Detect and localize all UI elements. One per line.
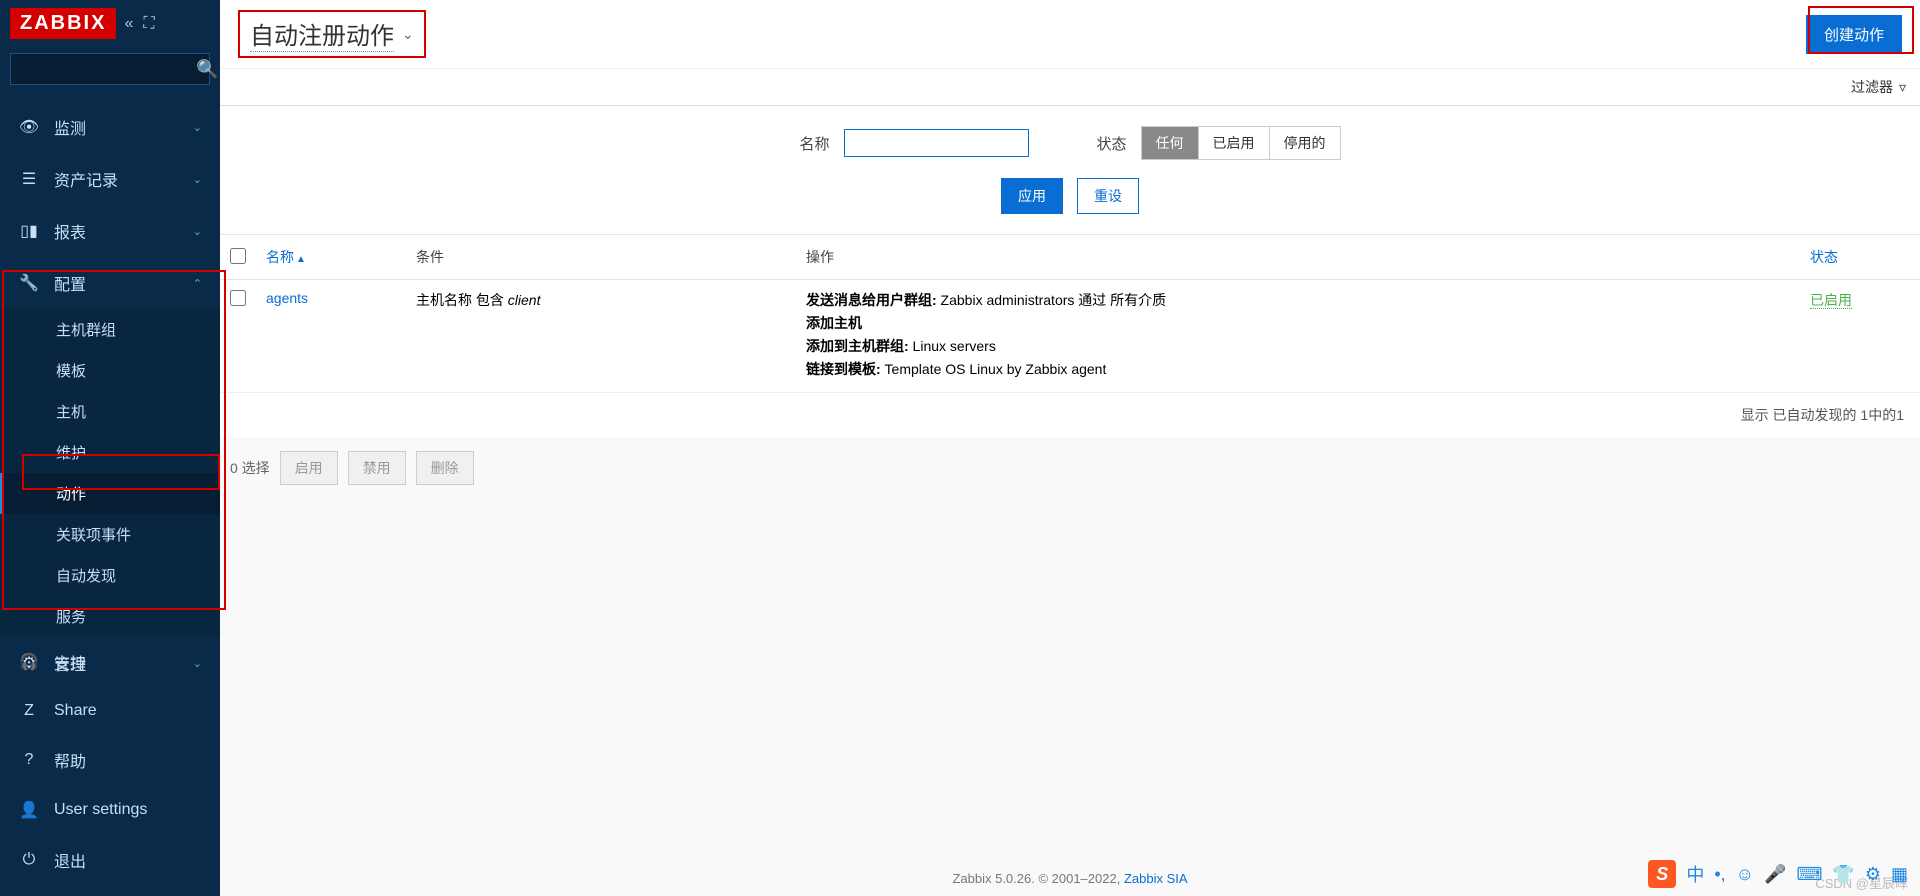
ime-toolbar: S 中 •, ☺ 🎤 ⌨ 👕 ⚙ ▦ <box>1640 856 1916 892</box>
reset-button[interactable]: 重设 <box>1077 178 1139 214</box>
sidebar: ZABBIX « ⛶ 🔍 👁 监测 ⌄ ☰ 资产记录 ⌄ ▯▮ 报表 ⌄ 🔧 <box>0 0 220 896</box>
nav-reports[interactable]: ▯▮ 报表 ⌄ <box>0 205 220 257</box>
ime-lang[interactable]: 中 <box>1686 861 1704 887</box>
operations-cell: 发送消息给用户群组: Zabbix administrators 通过 所有介质… <box>796 280 1800 393</box>
actions-table: 名称▲ 条件 操作 状态 agents 主机名称 包含 client 发送消息给… <box>220 235 1920 393</box>
action-name-link[interactable]: agents <box>266 290 308 306</box>
search-icon[interactable]: 🔍 <box>196 59 218 80</box>
ime-punct-icon[interactable]: •, <box>1714 864 1725 885</box>
sogou-logo-icon[interactable]: S <box>1648 860 1676 888</box>
zabbix-sia-link[interactable]: Zabbix SIA <box>1124 871 1188 886</box>
sub-services[interactable]: 服务 <box>0 596 220 637</box>
table-row: agents 主机名称 包含 client 发送消息给用户群组: Zabbix … <box>220 280 1920 393</box>
nav-help[interactable]: ? 帮助 <box>0 734 220 786</box>
nav-usersettings[interactable]: 👤 User settings <box>0 786 220 834</box>
nav-share[interactable]: Z Share <box>0 688 220 734</box>
col-conditions: 条件 <box>406 235 796 280</box>
search-input[interactable] <box>19 62 196 77</box>
ime-skin-icon[interactable]: 👕 <box>1832 864 1854 885</box>
sub-correlation[interactable]: 关联项事件 <box>0 514 220 555</box>
eye-icon: 👁 <box>18 117 40 137</box>
wrench-icon: 🔧 <box>18 273 40 293</box>
ime-emoji-icon[interactable]: ☺ <box>1736 864 1754 885</box>
page-title: 自动注册动作 <box>250 16 394 52</box>
collapse-icon[interactable]: « <box>124 15 133 33</box>
status-any[interactable]: 任何 <box>1142 127 1199 159</box>
chevron-down-icon: ⌄ <box>402 26 414 43</box>
headset-icon: 🎧 <box>18 652 40 672</box>
nav-support[interactable]: 🎧 支持 <box>0 636 220 688</box>
condition-cell: 主机名称 包含 client <box>406 280 796 393</box>
col-status[interactable]: 状态 <box>1800 235 1920 280</box>
filter-tab-row: 过滤器 ▿ <box>220 69 1920 106</box>
help-icon: ? <box>18 751 40 769</box>
create-action-button[interactable]: 创建动作 <box>1806 15 1902 54</box>
bulk-disable-button[interactable]: 禁用 <box>348 451 406 485</box>
share-icon: Z <box>18 702 40 720</box>
sub-actions[interactable]: 动作 <box>0 473 220 514</box>
chevron-down-icon: ⌄ <box>193 173 202 186</box>
selected-count: 0 选择 <box>230 458 270 478</box>
bulk-enable-button[interactable]: 启用 <box>280 451 338 485</box>
ime-keyboard-icon[interactable]: ⌨ <box>1796 864 1822 885</box>
sort-asc-icon: ▲ <box>296 254 306 265</box>
ime-tools-icon[interactable]: ⚙ <box>1865 864 1881 885</box>
table-footer: 显示 已自动发现的 1中的1 <box>220 393 1920 437</box>
status-segment: 任何 已启用 停用的 <box>1141 126 1341 160</box>
nav-main: 👁 监测 ⌄ ☰ 资产记录 ⌄ ▯▮ 报表 ⌄ 🔧 配置 ⌃ 主机群组 模板 主… <box>0 101 220 689</box>
row-checkbox[interactable] <box>230 290 246 306</box>
power-icon: ⏻ <box>18 851 40 869</box>
chevron-down-icon: ⌄ <box>193 121 202 134</box>
nav-signout[interactable]: ⏻ 退出 <box>0 834 220 886</box>
search-box[interactable]: 🔍 <box>10 53 210 85</box>
bulk-delete-button[interactable]: 删除 <box>416 451 474 485</box>
title-dropdown[interactable]: 自动注册动作 ⌄ <box>238 10 426 58</box>
nav-monitoring[interactable]: 👁 监测 ⌄ <box>0 101 220 153</box>
ime-grid-icon[interactable]: ▦ <box>1891 864 1908 885</box>
nav-bottom: 🎧 支持 Z Share ? 帮助 👤 User settings ⏻ 退出 <box>0 636 220 886</box>
sub-hostgroups[interactable]: 主机群组 <box>0 309 220 350</box>
col-name[interactable]: 名称▲ <box>256 235 406 280</box>
zabbix-logo[interactable]: ZABBIX <box>10 8 116 39</box>
chevron-down-icon: ⌄ <box>193 225 202 238</box>
select-all-checkbox[interactable] <box>230 248 246 264</box>
filter-toggle[interactable]: 过滤器 ▿ <box>1851 77 1906 97</box>
filter-panel: 名称 状态 任何 已启用 停用的 应用 重设 <box>220 106 1920 235</box>
col-operations: 操作 <box>796 235 1800 280</box>
nav-inventory[interactable]: ☰ 资产记录 ⌄ <box>0 153 220 205</box>
config-submenu: 主机群组 模板 主机 维护 动作 关联项事件 自动发现 服务 <box>0 309 220 637</box>
user-icon: 👤 <box>18 800 40 820</box>
sub-templates[interactable]: 模板 <box>0 350 220 391</box>
filter-label: 过滤器 <box>1851 77 1893 97</box>
status-enabled[interactable]: 已启用 <box>1199 127 1270 159</box>
sub-discovery[interactable]: 自动发现 <box>0 555 220 596</box>
chart-icon: ▯▮ <box>18 221 40 241</box>
filter-name-label: 名称 <box>799 133 829 154</box>
funnel-icon: ▿ <box>1899 79 1906 96</box>
sub-maintenance[interactable]: 维护 <box>0 432 220 473</box>
logo-row: ZABBIX « ⛶ <box>0 0 220 47</box>
apply-button[interactable]: 应用 <box>1001 178 1063 214</box>
ime-mic-icon[interactable]: 🎤 <box>1764 864 1786 885</box>
main-content: 自动注册动作 ⌄ 创建动作 过滤器 ▿ 名称 状态 任何 已启用 停用的 应用 … <box>220 0 1920 896</box>
nav-config[interactable]: 🔧 配置 ⌃ <box>0 257 220 309</box>
sub-hosts[interactable]: 主机 <box>0 391 220 432</box>
fullscreen-icon[interactable]: ⛶ <box>143 15 154 33</box>
filter-status-label: 状态 <box>1097 133 1127 154</box>
page-header: 自动注册动作 ⌄ 创建动作 <box>220 0 1920 69</box>
status-toggle[interactable]: 已启用 <box>1810 292 1852 309</box>
chevron-up-icon: ⌃ <box>193 277 202 290</box>
bulk-actions: 0 选择 启用 禁用 删除 <box>220 437 1920 499</box>
status-disabled[interactable]: 停用的 <box>1270 127 1340 159</box>
actions-table-wrap: 名称▲ 条件 操作 状态 agents 主机名称 包含 client 发送消息给… <box>220 235 1920 437</box>
filter-name-input[interactable] <box>844 129 1029 157</box>
list-icon: ☰ <box>18 169 40 189</box>
